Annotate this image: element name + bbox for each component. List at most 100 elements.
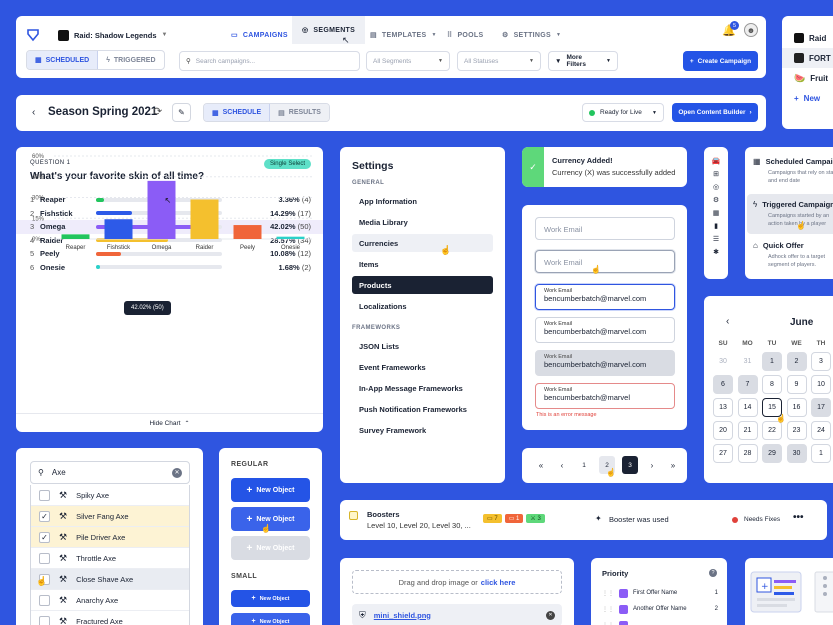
- compass-icon[interactable]: ◎: [713, 183, 719, 191]
- new-object-button[interactable]: + New Object: [231, 478, 310, 502]
- tab-schedule[interactable]: ▦ SCHEDULE: [204, 104, 271, 121]
- email-field-hover[interactable]: Work Email ☝: [535, 250, 675, 274]
- drag-handle-icon[interactable]: ⋮⋮: [602, 590, 614, 597]
- calendar-day[interactable]: 30: [786, 444, 807, 463]
- game-item[interactable]: Raid: [782, 28, 833, 48]
- table-icon[interactable]: ⊞: [713, 170, 719, 178]
- bar-raider[interactable]: [190, 199, 219, 239]
- calendar-day[interactable]: 21: [737, 421, 758, 440]
- settings-item-items[interactable]: Items: [352, 255, 493, 273]
- settings-item-json-lists[interactable]: JSON Lists: [352, 337, 493, 355]
- calendar-day[interactable]: 16: [786, 398, 807, 417]
- calendar-day[interactable]: 3: [811, 352, 831, 371]
- more-options-icon[interactable]: •••: [793, 512, 804, 523]
- more-filters-button[interactable]: ▼ More Filters ▼: [548, 51, 618, 71]
- mode-scheduled[interactable]: ▦ SCHEDULED: [27, 51, 99, 69]
- settings-item-event-frameworks[interactable]: Event Frameworks: [352, 358, 493, 376]
- notifications-button[interactable]: 🔔 5: [722, 21, 739, 38]
- grid-icon[interactable]: ▦: [713, 209, 720, 217]
- list-item[interactable]: ⚒ Throttle Axe: [31, 548, 189, 569]
- edit-button[interactable]: ✎: [172, 103, 191, 122]
- statuses-select[interactable]: All Statuses ▼: [457, 51, 541, 71]
- settings-item-products[interactable]: Products: [352, 276, 493, 294]
- segments-select[interactable]: All Segments ▼: [366, 51, 450, 71]
- prev-page-button[interactable]: ‹: [555, 461, 569, 470]
- mode-triggered[interactable]: ϟ TRIGGERED: [98, 51, 163, 69]
- campaign-type-quick-offer[interactable]: ⌂ Quick Offer Adhock offer to a target se…: [753, 241, 833, 269]
- search-input[interactable]: ⚲ Axe ✕: [30, 461, 190, 484]
- calendar-day[interactable]: 2: [786, 352, 807, 371]
- calendar-day[interactable]: 24: [811, 421, 831, 440]
- car-icon[interactable]: 🚘: [712, 157, 721, 165]
- settings-item-app-information[interactable]: App Information: [352, 192, 493, 210]
- settings-item-survey-framework[interactable]: Survey Framework: [352, 421, 493, 439]
- status-select[interactable]: Ready for Live ▼: [582, 103, 664, 122]
- page-1[interactable]: 1: [576, 456, 592, 474]
- tab-templates[interactable]: ▤ TEMPLATES ▼: [360, 22, 447, 48]
- click-here-link[interactable]: click here: [481, 578, 516, 587]
- back-arrow-icon[interactable]: ‹: [32, 107, 35, 118]
- calendar-day[interactable]: 9: [786, 375, 807, 394]
- list-item[interactable]: ⚒ Close Shave Axe: [31, 569, 189, 590]
- email-field-focused[interactable]: Work Email bencumberbatch@marvel.com: [535, 284, 675, 310]
- open-builder-button[interactable]: Open Content Builder ›: [672, 103, 758, 122]
- prev-month-button[interactable]: ‹: [726, 316, 729, 327]
- bug-icon[interactable]: ✱: [713, 248, 719, 256]
- tab-pools[interactable]: ⠿ POOLS: [437, 22, 493, 48]
- page-3[interactable]: 3: [622, 456, 638, 474]
- game-item[interactable]: FORT: [782, 48, 833, 68]
- next-page-button[interactable]: ›: [645, 461, 659, 470]
- avatar[interactable]: ☻: [744, 23, 758, 37]
- refresh-icon[interactable]: ⟳: [153, 105, 162, 118]
- list-item[interactable]: ⚒ Fractured Axe: [31, 611, 189, 625]
- settings-item-push-notification-frameworks[interactable]: Push Notification Frameworks: [352, 400, 493, 418]
- hide-chart-button[interactable]: Hide Chart ⌃: [16, 413, 323, 432]
- list-item[interactable]: ✓ ⚒ Silver Fang Axe: [31, 506, 189, 527]
- new-object-button-small-hover[interactable]: + New Object: [231, 613, 310, 625]
- gear-icon[interactable]: ⚙: [713, 196, 719, 204]
- priority-item[interactable]: ⋮⋮: [602, 619, 718, 625]
- search-input[interactable]: ⚲ Search campaigns...: [179, 51, 360, 71]
- tab-results[interactable]: ▤ RESULTS: [270, 104, 329, 121]
- email-field-error[interactable]: Work Email bencumberbatch@marvel: [535, 383, 675, 409]
- item-checkbox[interactable]: ✓: [39, 531, 50, 543]
- calendar-day[interactable]: 14: [737, 398, 758, 417]
- bar-reaper[interactable]: [61, 234, 90, 239]
- bar-omega[interactable]: [147, 180, 176, 239]
- calendar-day[interactable]: 1: [762, 352, 782, 371]
- settings-item-localizations[interactable]: Localizations: [352, 297, 493, 315]
- tab-campaigns[interactable]: ▭ CAMPAIGNS: [221, 22, 298, 48]
- calendar-day[interactable]: 29: [762, 444, 782, 463]
- calendar-day[interactable]: 27: [713, 444, 733, 463]
- priority-item[interactable]: ⋮⋮ Another Offer Name 2: [602, 603, 718, 615]
- calendar-day[interactable]: 23: [786, 421, 807, 440]
- bar-peely[interactable]: [233, 225, 262, 239]
- row-checkbox[interactable]: [349, 511, 358, 520]
- list-item[interactable]: ⚒ Anarchy Axe: [31, 590, 189, 611]
- game-selector[interactable]: Raid: Shadow Legends: [74, 31, 157, 40]
- calendar-day[interactable]: 1: [811, 444, 831, 463]
- drag-handle-icon[interactable]: ⋮⋮: [602, 622, 614, 625]
- calendar-day[interactable]: 7: [737, 375, 758, 394]
- settings-item-currencies[interactable]: Currencies: [352, 234, 493, 252]
- bar-fishstick[interactable]: [104, 219, 133, 239]
- item-checkbox[interactable]: [39, 615, 50, 625]
- item-checkbox[interactable]: ✓: [39, 510, 50, 522]
- settings-item-in-app-message-frameworks[interactable]: In-App Message Frameworks: [352, 379, 493, 397]
- calendar-day[interactable]: 28: [737, 444, 758, 463]
- item-checkbox[interactable]: [39, 552, 50, 564]
- campaign-type-scheduled[interactable]: ▦Scheduled Campaign Campaigns that rely …: [753, 157, 833, 185]
- item-checkbox[interactable]: [39, 594, 50, 606]
- help-icon[interactable]: ?: [709, 569, 717, 577]
- new-game-button[interactable]: + New: [782, 88, 833, 108]
- calendar-day[interactable]: 22: [762, 421, 782, 440]
- calendar-day[interactable]: 10: [811, 375, 831, 394]
- first-page-button[interactable]: «: [534, 461, 548, 470]
- calendar-day[interactable]: 6: [713, 375, 733, 394]
- calendar-day[interactable]: 8: [762, 375, 782, 394]
- last-page-button[interactable]: »: [666, 461, 680, 470]
- drop-zone[interactable]: Drag and drop image or click here: [352, 570, 562, 594]
- email-field-empty[interactable]: Work Email: [535, 217, 675, 240]
- list-item[interactable]: ⚒ Spiky Axe: [31, 485, 189, 506]
- calendar-day[interactable]: 20: [713, 421, 733, 440]
